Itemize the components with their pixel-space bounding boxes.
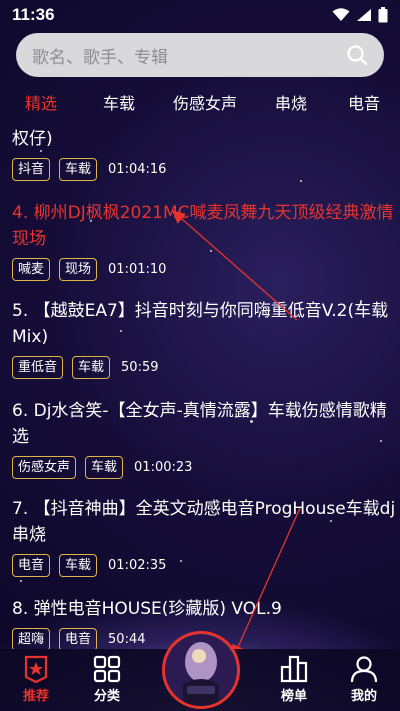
nav-category[interactable]: 分类: [77, 655, 137, 704]
list-item[interactable]: 权仔) 抖音 车载 01:04:16: [12, 126, 398, 181]
bar-chart-icon: [280, 655, 308, 683]
nav-charts-label: 榜单: [280, 689, 307, 704]
list-item[interactable]: 7. 【抖音神曲】全英文动感电音ProgHouse车载dj串烧 电音 车载 01…: [12, 496, 398, 577]
tab-car[interactable]: 车载: [82, 90, 156, 114]
song-tag[interactable]: 伤感女声: [12, 456, 77, 479]
song-tags: 抖音 车载 01:04:16: [12, 158, 398, 181]
wifi-icon: [332, 8, 350, 21]
song-duration: 01:00:23: [134, 460, 193, 475]
song-title: 4. 柳州DJ枫枫2021MC喊麦凤舞九天顶级经典激情现场: [12, 203, 394, 249]
status-bar: 11:36: [0, 0, 400, 30]
now-playing-disc[interactable]: [162, 631, 240, 709]
person-icon: [350, 656, 378, 683]
song-tags: 重低音 车载 50:59: [12, 356, 398, 379]
tab-electronic[interactable]: 电音: [328, 90, 400, 114]
search-input[interactable]: 歌名、歌手、专辑: [16, 33, 384, 77]
tab-medley[interactable]: 串烧: [254, 90, 328, 114]
nav-mine-label: 我的: [350, 689, 377, 704]
song-duration: 01:02:35: [108, 558, 167, 573]
song-tag[interactable]: 车载: [59, 158, 98, 181]
song-title: 6. Dj水含笑-【全女声-真情流露】车载伤感情歌精选: [12, 401, 387, 447]
song-tags: 伤感女声 车载 01:00:23: [12, 456, 398, 479]
song-title: 7. 【抖音神曲】全英文动感电音ProgHouse车载dj串烧: [12, 499, 396, 545]
nav-recommend-label: 推荐: [22, 689, 49, 704]
grid-icon: [93, 655, 121, 683]
song-tag[interactable]: 电音: [12, 554, 51, 577]
status-time: 11:36: [12, 5, 55, 24]
song-duration: 01:04:16: [108, 162, 167, 177]
song-title: 权仔): [12, 129, 53, 149]
song-tag[interactable]: 喊麦: [12, 258, 51, 281]
status-icons: [332, 7, 388, 23]
song-duration: 50:59: [121, 360, 159, 375]
nav-recommend[interactable]: 推荐: [6, 655, 66, 704]
song-tag[interactable]: 车载: [85, 456, 124, 479]
song-tag[interactable]: 抖音: [12, 158, 51, 181]
song-tags: 电音 车载 01:02:35: [12, 554, 398, 577]
song-duration: 50:44: [108, 632, 146, 647]
song-list: 权仔) 抖音 车载 01:04:16 4. 柳州DJ枫枫2021MC喊麦凤舞九天…: [0, 122, 400, 649]
song-duration: 01:01:10: [108, 262, 167, 277]
song-tag[interactable]: 现场: [59, 258, 98, 281]
song-tag[interactable]: 车载: [59, 554, 98, 577]
nav-charts[interactable]: 榜单: [264, 655, 324, 704]
nav-mine[interactable]: 我的: [334, 655, 394, 704]
song-tag[interactable]: 电音: [59, 628, 98, 649]
tab-featured[interactable]: 精选: [0, 90, 82, 114]
tab-sad-female[interactable]: 伤感女声: [156, 90, 254, 114]
list-item[interactable]: 6. Dj水含笑-【全女声-真情流露】车载伤感情歌精选 伤感女声 车载 01:0…: [12, 398, 398, 479]
song-title: 8. 弹性电音HOUSE(珍藏版) VOL.9: [12, 599, 282, 619]
song-tags: 喊麦 现场 01:01:10: [12, 258, 398, 281]
search-placeholder: 歌名、歌手、专辑: [32, 47, 168, 68]
category-tabs: 精选 车载 伤感女声 串烧 电音: [0, 84, 400, 120]
signal-icon: [357, 9, 371, 21]
list-item[interactable]: 4. 柳州DJ枫枫2021MC喊麦凤舞九天顶级经典激情现场 喊麦 现场 01:0…: [12, 200, 398, 281]
song-tag[interactable]: 重低音: [12, 356, 64, 379]
song-tag[interactable]: 车载: [72, 356, 111, 379]
search-icon[interactable]: [346, 44, 368, 66]
star-badge-icon: [24, 655, 48, 683]
nav-category-label: 分类: [93, 689, 120, 704]
song-tag[interactable]: 超嗨: [12, 628, 51, 649]
song-title: 5. 【越鼓EA7】抖音时刻与你同嗨重低音V.2(车载Mix): [12, 301, 389, 347]
list-item[interactable]: 5. 【越鼓EA7】抖音时刻与你同嗨重低音V.2(车载Mix) 重低音 车载 5…: [12, 298, 398, 379]
battery-icon: [378, 7, 388, 23]
album-cover-art: [165, 634, 237, 706]
